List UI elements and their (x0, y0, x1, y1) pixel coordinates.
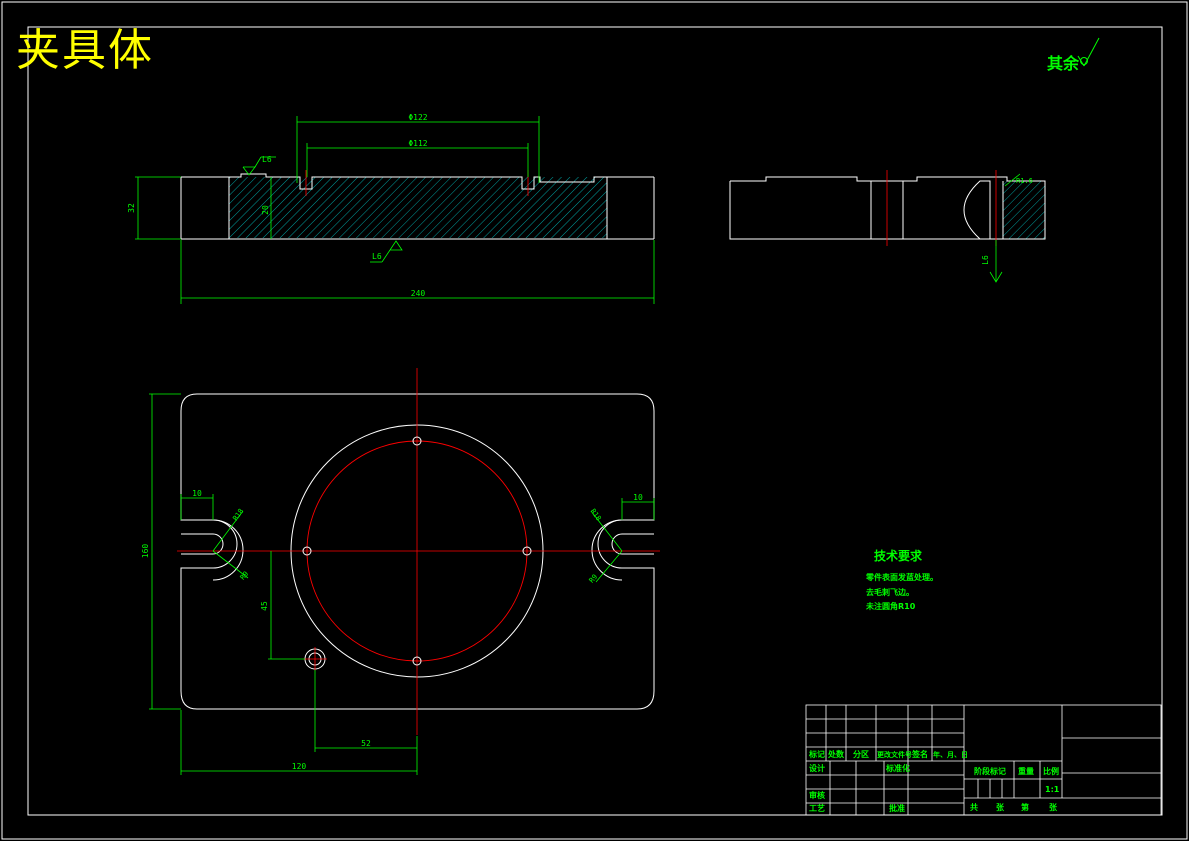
outer-frame (1, 1, 1188, 840)
dim-r18-left: R18 (231, 507, 245, 522)
tb-scale: 比例 (1043, 766, 1059, 776)
tb-total: 共 (970, 802, 978, 812)
side-dim-r: R1.6 (1016, 177, 1033, 185)
tb-scale-value: 1:1 (1045, 785, 1060, 794)
tb-sheet: 张 (996, 803, 1005, 812)
tb-count: 处数 (827, 749, 845, 759)
tb-no: 第 (1021, 802, 1029, 812)
tb-date: 年、月、日 (933, 750, 968, 759)
dim-height-20: 20 (261, 205, 270, 215)
top-view: 160 10 10 R18 R9 R18 R9 45 52 120 (141, 368, 660, 775)
tb-weight: 重量 (1018, 766, 1034, 776)
tb-review: 审核 (809, 790, 825, 800)
tb-zone: 分区 (853, 749, 869, 759)
tech-requirements-title: 技术要求 (874, 549, 923, 563)
drawing-title: 夹具体 (16, 25, 154, 76)
dim-dia-112: Φ112 (408, 139, 427, 148)
dim-10-left: 10 (192, 489, 202, 498)
tech-requirement-1: 零件表面发蓝处理。 (866, 573, 938, 582)
tb-approve: 批准 (889, 803, 905, 813)
tb-signature: 签名 (911, 749, 928, 759)
drawing-canvas: Φ122 Φ112 32 20 240 L6 L6 L6 R1.6 160 10… (1, 1, 1188, 840)
tb-process: 工艺 (809, 803, 825, 813)
dim-dia-122: Φ122 (408, 113, 427, 122)
dim-10-right: 10 (633, 493, 643, 502)
dim-length-240: 240 (411, 289, 426, 298)
title-block (805, 704, 1162, 816)
tb-sheet2: 张 (1049, 803, 1058, 812)
tb-standardization: 标准化 (885, 763, 910, 773)
tech-requirement-2: 去毛刺飞边。 (866, 588, 914, 597)
surface-l6-bottom: L6 (372, 252, 382, 261)
side-view: L6 R1.6 (729, 170, 1046, 283)
dim-width-160: 160 (141, 544, 150, 559)
dim-offset-45: 45 (260, 601, 269, 611)
front-section-view: Φ122 Φ112 32 20 240 L6 L6 (127, 113, 655, 304)
roughness-note: 其余 (1047, 54, 1080, 73)
roughness-symbol (1077, 37, 1100, 67)
surface-l6-top: L6 (262, 155, 272, 164)
tb-stage-mark: 阶段标记 (974, 766, 1006, 776)
side-dim-l6: L6 (981, 255, 990, 265)
dim-offset-52: 52 (361, 739, 371, 748)
tb-doc-no: 更改文件号 (877, 750, 912, 759)
tb-design: 设计 (809, 763, 825, 773)
dim-r9-right: R9 (588, 573, 600, 585)
inner-frame (27, 26, 1163, 816)
tech-requirement-3: 未注圆角R10 (866, 602, 916, 611)
dim-height-32: 32 (127, 203, 136, 213)
dim-offset-120: 120 (292, 762, 307, 771)
tb-mark: 标记 (808, 749, 825, 759)
dim-r18-right: R18 (589, 507, 603, 522)
